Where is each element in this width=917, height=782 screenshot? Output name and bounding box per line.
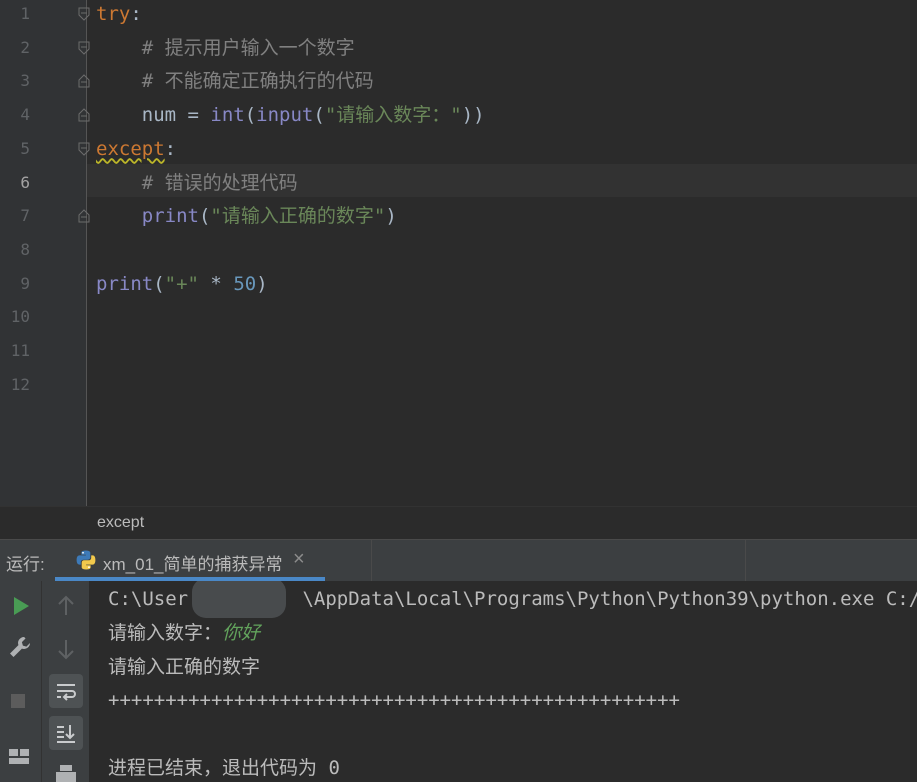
code-line[interactable]: # 错误的处理代码 <box>96 169 298 197</box>
wrench-icon[interactable] <box>6 633 34 661</box>
fold-end-icon[interactable] <box>78 209 90 223</box>
console-line: 请输入正确的数字 <box>108 655 261 678</box>
code-token: print <box>96 272 154 295</box>
code-token: "请输入数字：" <box>324 104 462 127</box>
breadcrumb-label: except <box>97 514 145 531</box>
console-line: 请输入数字：你好 <box>108 619 260 647</box>
redacted-username <box>192 581 286 618</box>
code-token: ( <box>198 205 211 228</box>
code-token: : <box>164 137 177 160</box>
code-token: ) <box>385 205 397 228</box>
close-tab-button[interactable]: × <box>293 548 305 571</box>
console-toolbar <box>41 581 89 782</box>
run-tab[interactable]: xm_01_简单的捕获异常 × <box>55 540 325 582</box>
code-token: # 提示用户输入一个数字 <box>96 36 355 59</box>
code-token: )) <box>461 104 485 127</box>
fold-start-icon[interactable] <box>78 7 90 21</box>
breadcrumb[interactable]: except <box>0 506 917 539</box>
code-token: except <box>96 137 165 160</box>
line-number: 5 <box>20 138 30 158</box>
code-editor[interactable]: 1 2 3 4 5 6 7 8 9 10 11 12 try: # 提示用户输入一个数字 # 不能确定… <box>0 0 917 506</box>
scroll-to-end-button[interactable] <box>49 716 83 750</box>
code-line[interactable]: except: <box>96 135 176 163</box>
code-token: : <box>130 3 142 25</box>
code-line[interactable]: print("+" * 50) <box>96 270 268 298</box>
layout-icon[interactable] <box>5 743 33 771</box>
code-token: "+" <box>164 272 199 295</box>
code-token: try <box>96 3 131 25</box>
fold-end-icon[interactable] <box>78 108 90 122</box>
line-number: 2 <box>20 37 30 57</box>
code-token: ( <box>244 104 257 127</box>
code-token: ( <box>153 272 165 295</box>
tab-divider <box>745 540 746 582</box>
line-number: 1 <box>20 4 30 23</box>
code-token: * <box>198 272 234 295</box>
code-token: # 错误的处理代码 <box>96 171 298 194</box>
line-number: 4 <box>20 105 30 125</box>
console-line: 进程已结束，退出代码为 0 <box>108 757 340 779</box>
arrow-up-icon[interactable] <box>52 592 80 620</box>
run-tab-title: xm_01_简单的捕获异常 <box>103 555 283 574</box>
python-icon <box>76 550 96 570</box>
run-icon[interactable] <box>7 592 35 620</box>
code-token: ( <box>313 104 325 127</box>
run-tool-window-header: 运行: xm_01_简单的捕获异常 × <box>0 539 917 582</box>
line-number: 9 <box>20 273 30 293</box>
soft-wrap-button[interactable] <box>49 674 83 708</box>
code-line[interactable]: # 提示用户输入一个数字 <box>96 34 355 62</box>
code-token: "请输入正确的数字" <box>210 205 386 228</box>
code-token: print <box>141 205 199 228</box>
print-icon[interactable] <box>52 762 80 782</box>
stop-icon[interactable] <box>5 688 33 716</box>
line-number: 6 <box>20 172 30 192</box>
code-token: 50 <box>233 272 257 295</box>
fold-start-icon[interactable] <box>78 142 90 156</box>
run-console[interactable]: C:\User \AppData\Local\Programs\Python\P… <box>0 581 917 782</box>
code-line[interactable]: print("请输入正确的数字") <box>96 202 397 230</box>
code-line[interactable]: try: <box>96 0 142 28</box>
line-number: 12 <box>10 374 30 394</box>
line-number: 3 <box>20 71 30 91</box>
code-token: ) <box>256 272 268 295</box>
code-line[interactable]: num = int(input("请输入数字：")) <box>96 101 485 129</box>
arrow-down-icon[interactable] <box>52 635 80 663</box>
tab-divider <box>371 540 372 582</box>
fold-end-icon[interactable] <box>78 74 90 88</box>
code-token: num = <box>96 104 211 127</box>
code-token: # 不能确定正确执行的代码 <box>96 70 374 93</box>
console-line: ++++++++++++++++++++++++++++++++++++++++… <box>108 689 680 712</box>
run-toolbar <box>0 581 41 782</box>
run-label: 运行: <box>6 555 45 574</box>
console-user-input: 你好 <box>222 621 261 644</box>
code-token: input <box>256 104 314 127</box>
line-number: 10 <box>10 307 30 327</box>
line-number: 11 <box>10 341 30 360</box>
code-token: int <box>210 104 245 127</box>
line-number: 7 <box>20 206 30 226</box>
line-number: 8 <box>20 239 30 259</box>
soft-wrap-icon <box>57 684 76 701</box>
console-prompt: 请输入数字： <box>108 621 223 644</box>
scroll-to-end-icon <box>57 725 75 743</box>
fold-start-icon[interactable] <box>78 41 90 55</box>
code-line[interactable]: # 不能确定正确执行的代码 <box>96 67 374 95</box>
